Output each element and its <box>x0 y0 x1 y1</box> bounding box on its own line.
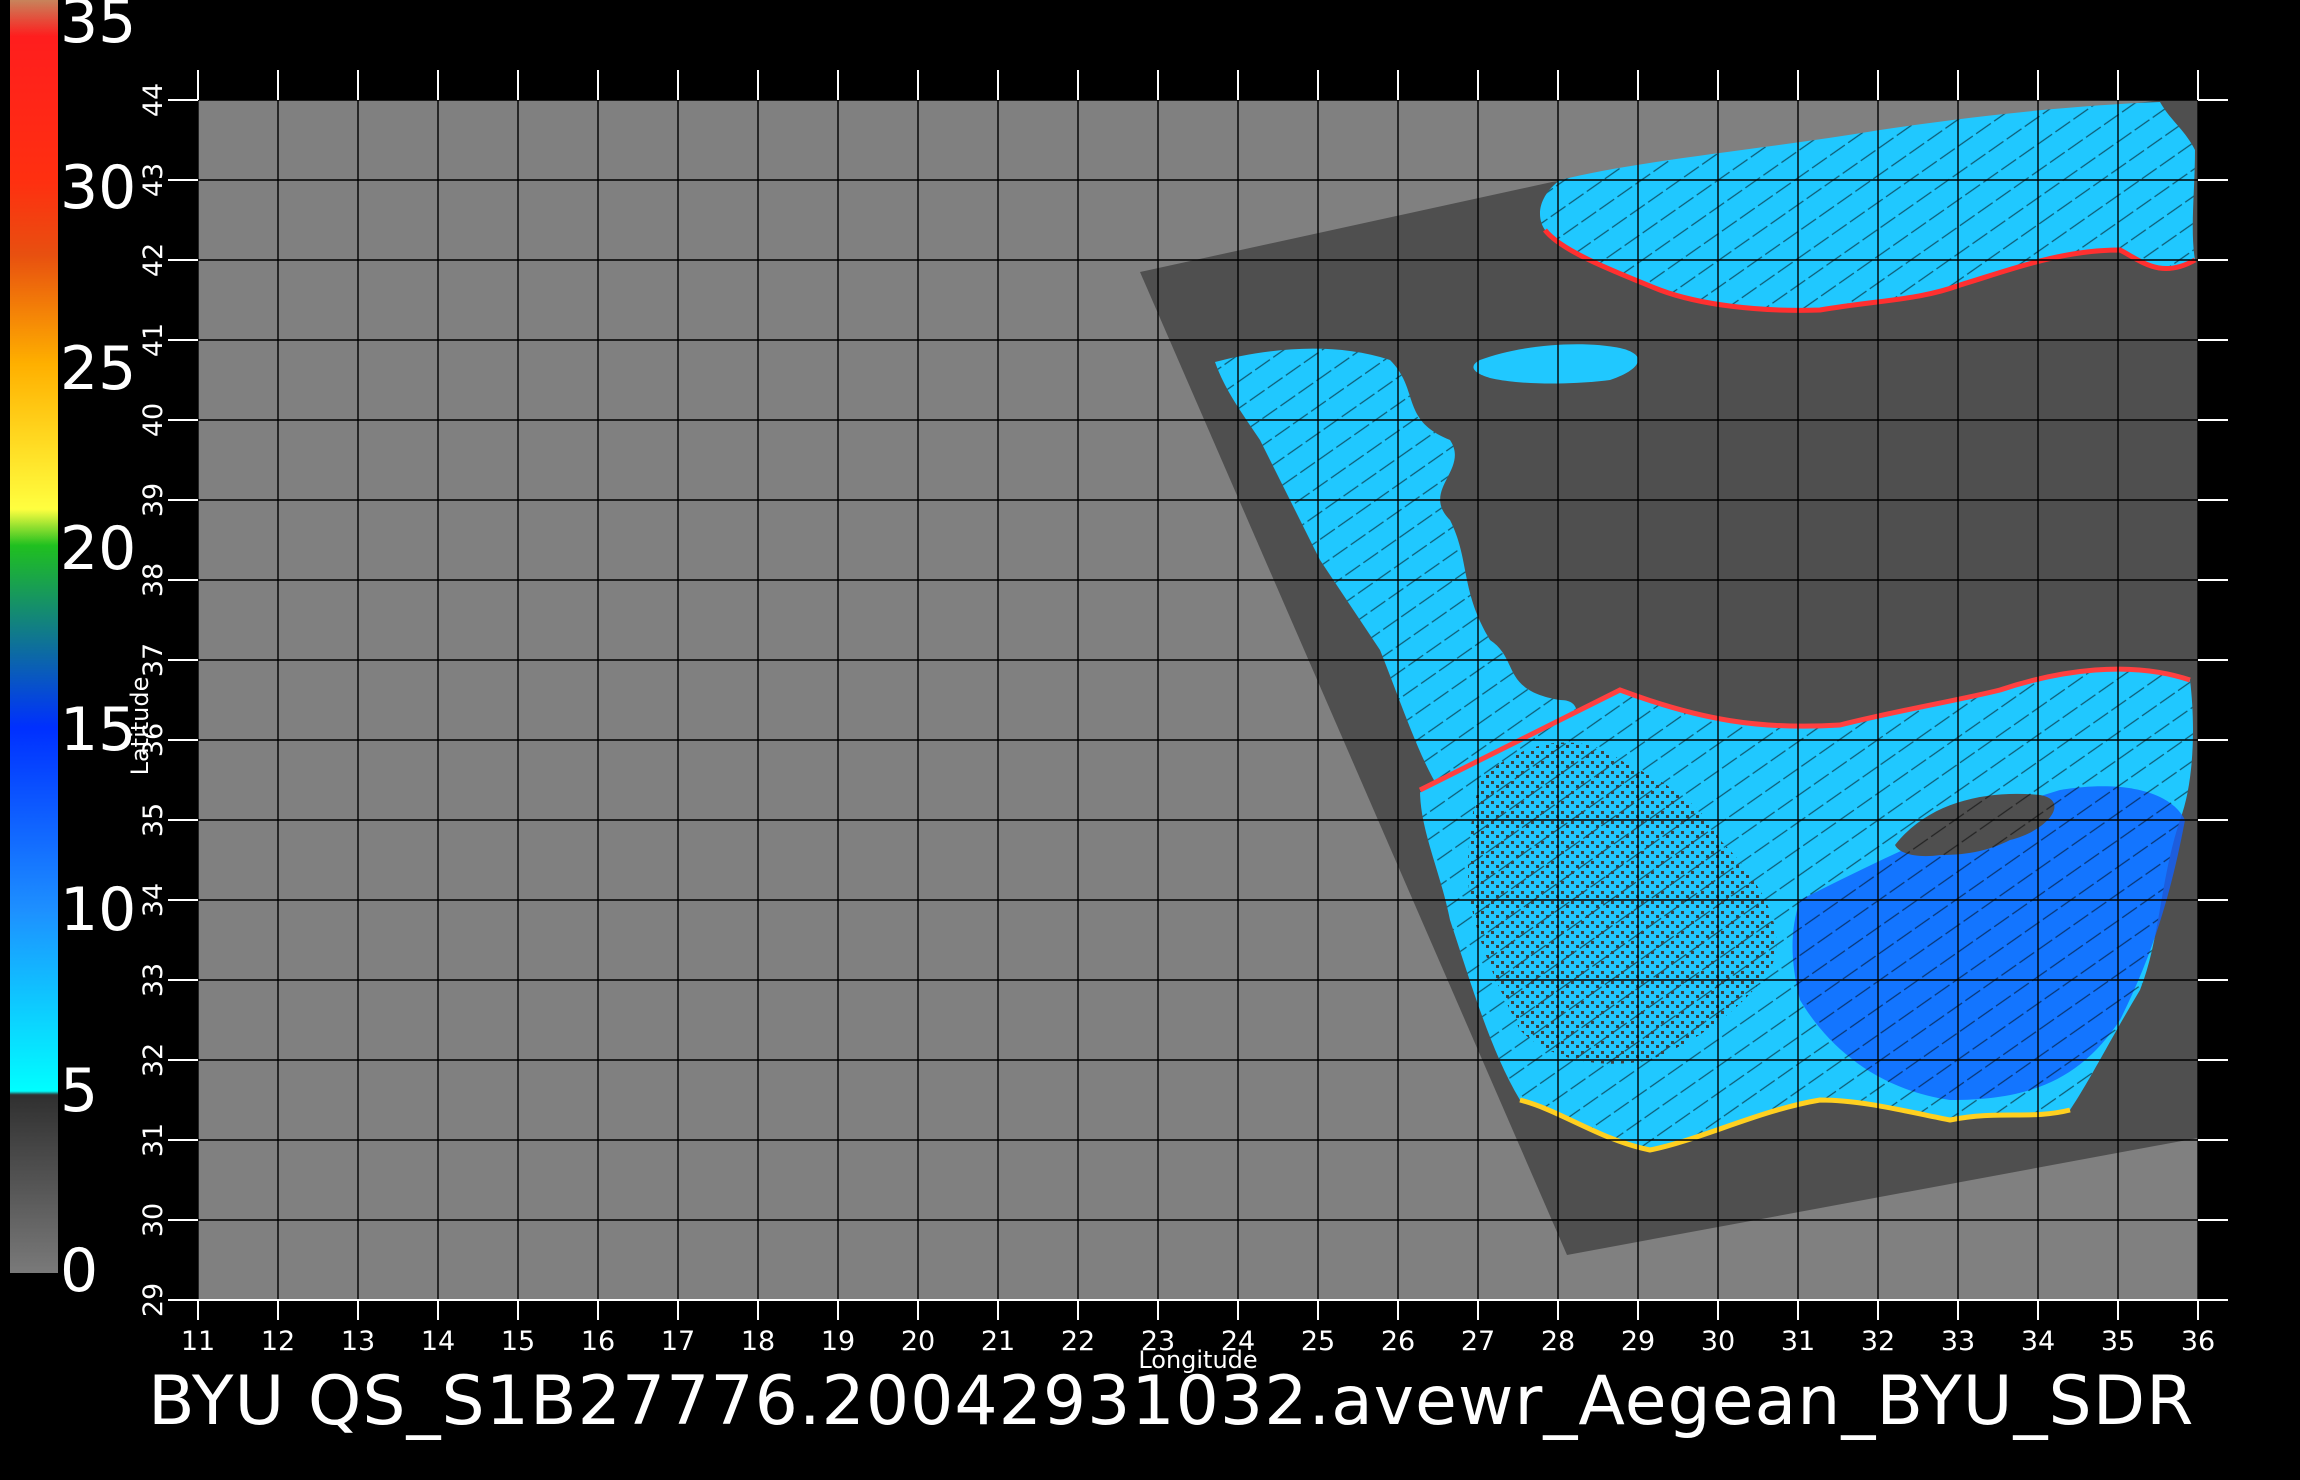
wind-map: 11 12 13 14 15 16 17 18 19 20 21 22 23 24 25 26 27 28 29 30… <box>126 70 2228 1374</box>
longitude-tick-label: 18 <box>741 1326 775 1357</box>
latitude-tick-label: 31 <box>138 1123 169 1157</box>
longitude-tick-label: 26 <box>1381 1326 1415 1357</box>
latitude-tick-label: 30 <box>138 1203 169 1237</box>
longitude-tick-label: 12 <box>261 1326 295 1357</box>
latitude-tick-label: 42 <box>138 243 169 277</box>
latitude-tick-label: 35 <box>138 803 169 837</box>
longitude-tick-label: 15 <box>501 1326 535 1357</box>
latitude-tick-label: 38 <box>138 563 169 597</box>
longitude-tick-label: 32 <box>1861 1326 1895 1357</box>
latitude-tick-label: 29 <box>138 1283 169 1317</box>
longitude-tick-label: 14 <box>421 1326 455 1357</box>
product-title: BYU QS_S1B27776.20042931032.avewr_Aegean… <box>148 1362 2195 1441</box>
longitude-tick-label: 29 <box>1621 1326 1655 1357</box>
longitude-tick-label: 17 <box>661 1326 695 1357</box>
latitude-tick-label: 34 <box>138 883 169 917</box>
latitude-tick-label: 32 <box>138 1043 169 1077</box>
longitude-tick-label: 22 <box>1061 1326 1095 1357</box>
latitude-tick-label: 37 <box>138 643 169 677</box>
longitude-tick-label: 21 <box>981 1326 1015 1357</box>
longitude-tick-label: 33 <box>1941 1326 1975 1357</box>
latitude-tick-label: 41 <box>138 323 169 357</box>
latitude-tick-label: 43 <box>138 163 169 197</box>
longitude-tick-label: 30 <box>1701 1326 1735 1357</box>
longitude-tick-label: 28 <box>1541 1326 1575 1357</box>
y-axis-title: Latitude <box>126 677 154 776</box>
longitude-tick-label: 20 <box>901 1326 935 1357</box>
latitude-tick-label: 40 <box>138 403 169 437</box>
longitude-tick-label: 36 <box>2181 1326 2215 1357</box>
latitude-tick-label: 39 <box>138 483 169 517</box>
longitude-tick-label: 11 <box>181 1326 215 1357</box>
latitude-tick-label: 44 <box>138 83 169 117</box>
longitude-tick-label: 34 <box>2021 1326 2055 1357</box>
latitude-tick-label: 33 <box>138 963 169 997</box>
longitude-tick-label: 25 <box>1301 1326 1335 1357</box>
longitude-tick-label: 19 <box>821 1326 855 1357</box>
longitude-tick-label: 27 <box>1461 1326 1495 1357</box>
longitude-tick-label: 13 <box>341 1326 375 1357</box>
longitude-tick-label: 31 <box>1781 1326 1815 1357</box>
longitude-tick-label: 35 <box>2101 1326 2135 1357</box>
longitude-tick-label: 16 <box>581 1326 615 1357</box>
